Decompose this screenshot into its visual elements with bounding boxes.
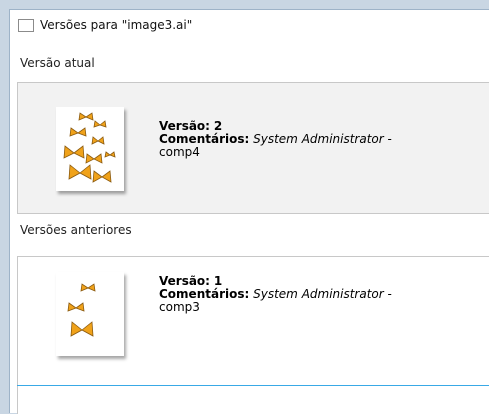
panel-titlebar: Versões para "image3.ai" xyxy=(10,10,489,40)
previous-versions-heading: Versões anteriores xyxy=(20,223,132,237)
previous-versions-list: Versão: 1 Comentários: System Administra… xyxy=(17,256,489,414)
current-version-info: Versão: 2 Comentários: System Administra… xyxy=(159,120,392,159)
previous-version-info: Versão: 1 Comentários: System Administra… xyxy=(159,275,392,314)
version-number: 1 xyxy=(213,274,223,288)
comment-author: System Administrator xyxy=(253,287,384,301)
comments-label: Comentários: xyxy=(159,132,250,146)
version-thumbnail[interactable] xyxy=(56,272,124,356)
panel-title: Versões para "image3.ai" xyxy=(40,18,193,32)
comment-dash: - xyxy=(387,132,392,146)
window-icon xyxy=(18,18,34,32)
current-version-card[interactable]: Versão: 2 Comentários: System Administra… xyxy=(17,82,489,214)
butterflies-icon xyxy=(67,283,96,337)
comment-text: comp3 xyxy=(159,300,200,314)
comments-label: Comentários: xyxy=(159,287,250,301)
selection-indicator xyxy=(17,385,489,386)
butterflies-icon xyxy=(63,112,116,183)
version-number: 2 xyxy=(213,119,223,133)
version-thumbnail[interactable] xyxy=(56,107,124,191)
versions-panel: Versões para "image3.ai" Versão atual Ve… xyxy=(9,9,489,414)
comment-dash: - xyxy=(387,287,392,301)
current-version-heading: Versão atual xyxy=(20,56,95,70)
version-label: Versão: xyxy=(159,119,210,133)
comment-text: comp4 xyxy=(159,145,200,159)
version-label: Versão: xyxy=(159,274,210,288)
comment-author: System Administrator xyxy=(253,132,384,146)
